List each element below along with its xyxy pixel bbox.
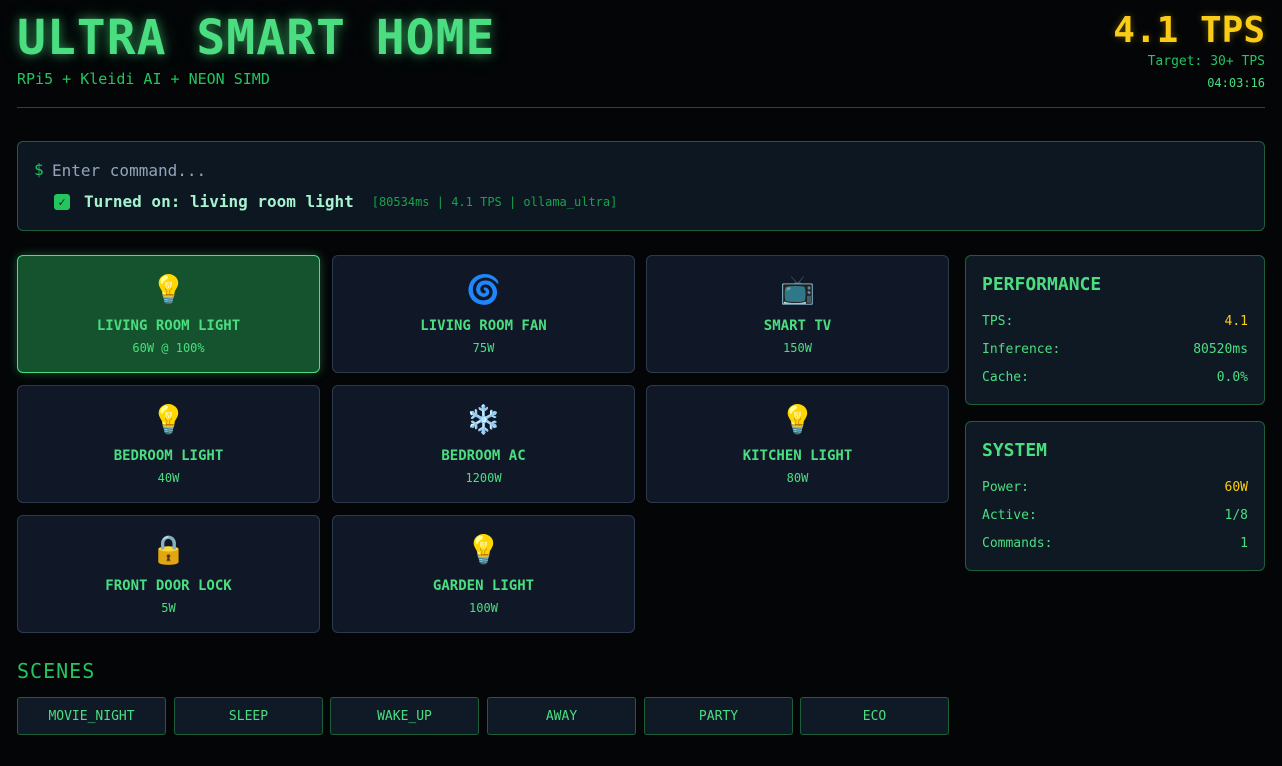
device-card-living-room-light[interactable]: 💡 LIVING ROOM LIGHT 60W @ 100% xyxy=(17,255,320,373)
stat-value: 4.1 xyxy=(1224,314,1248,329)
device-name: SMART TV xyxy=(763,318,832,334)
stat-label: TPS: xyxy=(982,314,1014,329)
scene-button-wake-up[interactable]: WAKE_UP xyxy=(330,697,479,735)
device-card-front-door-lock[interactable]: 🔒 FRONT DOOR LOCK 5W xyxy=(17,515,320,633)
stat-label: Cache: xyxy=(982,370,1029,385)
stat-label: Power: xyxy=(982,480,1029,495)
snowflake-icon: ❄️ xyxy=(466,403,501,436)
app-subtitle: RPi5 + Kleidi AI + NEON SIMD xyxy=(17,70,270,88)
result-text: Turned on: living room light xyxy=(84,192,354,211)
stat-value: 80520ms xyxy=(1193,342,1248,357)
performance-panel: PERFORMANCE TPS: 4.1 Inference: 80520ms … xyxy=(965,255,1265,405)
device-card-living-room-fan[interactable]: 🌀 LIVING ROOM FAN 75W xyxy=(332,255,635,373)
device-name: LIVING ROOM FAN xyxy=(420,318,547,334)
device-power: 80W xyxy=(786,471,809,485)
command-panel: $ ✓ Turned on: living room light [80534m… xyxy=(17,141,1265,231)
device-power: 100W xyxy=(469,601,498,615)
device-power: 60W @ 100% xyxy=(132,341,205,355)
scene-button-eco[interactable]: ECO xyxy=(800,697,949,735)
device-name: BEDROOM LIGHT xyxy=(113,448,224,464)
device-power: 40W xyxy=(157,471,180,485)
stat-row: Cache: 0.0% xyxy=(982,370,1248,388)
tv-icon: 📺 xyxy=(780,273,815,306)
device-power: 1200W xyxy=(465,471,502,485)
scene-button-movie-night[interactable]: MOVIE_NIGHT xyxy=(17,697,166,735)
device-name: GARDEN LIGHT xyxy=(432,578,535,594)
scenes-title: SCENES xyxy=(17,659,96,683)
stat-label: Commands: xyxy=(982,536,1053,551)
device-power: 150W xyxy=(783,341,812,355)
scene-button-sleep[interactable]: SLEEP xyxy=(174,697,323,735)
header: ULTRA SMART HOME RPi5 + Kleidi AI + NEON… xyxy=(17,10,1265,108)
stat-row: Commands: 1 xyxy=(982,536,1248,554)
fan-icon: 🌀 xyxy=(466,273,501,306)
device-name: LIVING ROOM LIGHT xyxy=(96,318,241,334)
tps-target: Target: 30+ TPS xyxy=(1147,54,1265,69)
stat-value: 1/8 xyxy=(1224,508,1248,523)
stat-value: 60W xyxy=(1224,480,1248,495)
stat-row: Active: 1/8 xyxy=(982,508,1248,526)
prompt-symbol: $ xyxy=(34,160,44,179)
stat-row: Power: 60W xyxy=(982,480,1248,498)
device-name: FRONT DOOR LOCK xyxy=(105,578,232,594)
stat-value: 1 xyxy=(1240,536,1248,551)
panel-title: SYSTEM xyxy=(982,440,1048,461)
scene-button-away[interactable]: AWAY xyxy=(487,697,636,735)
command-result: ✓ Turned on: living room light [80534ms … xyxy=(54,192,617,211)
device-card-garden-light[interactable]: 💡 GARDEN LIGHT 100W xyxy=(332,515,635,633)
device-card-smart-tv[interactable]: 📺 SMART TV 150W xyxy=(646,255,949,373)
clock: 04:03:16 xyxy=(1207,76,1265,90)
command-input[interactable] xyxy=(52,158,1242,182)
lightbulb-icon: 💡 xyxy=(151,403,186,436)
lock-icon: 🔒 xyxy=(151,533,186,566)
lightbulb-icon: 💡 xyxy=(466,533,501,566)
stat-row: Inference: 80520ms xyxy=(982,342,1248,360)
system-panel: SYSTEM Power: 60W Active: 1/8 Commands: … xyxy=(965,421,1265,571)
device-card-kitchen-light[interactable]: 💡 KITCHEN LIGHT 80W xyxy=(646,385,949,503)
stat-row: TPS: 4.1 xyxy=(982,314,1248,332)
device-name: BEDROOM AC xyxy=(441,448,526,464)
result-meta: [80534ms | 4.1 TPS | ollama_ultra] xyxy=(371,194,618,209)
device-card-bedroom-ac[interactable]: ❄️ BEDROOM AC 1200W xyxy=(332,385,635,503)
device-name: KITCHEN LIGHT xyxy=(742,448,853,464)
panel-title: PERFORMANCE xyxy=(982,274,1102,295)
stat-label: Inference: xyxy=(982,342,1061,357)
device-power: 75W xyxy=(472,341,495,355)
app-title: ULTRA SMART HOME xyxy=(17,10,496,66)
device-power: 5W xyxy=(161,601,176,615)
scene-button-party[interactable]: PARTY xyxy=(644,697,793,735)
tps-readout: 4.1 TPS xyxy=(1113,10,1265,51)
stat-value: 0.0% xyxy=(1216,370,1248,385)
check-icon: ✓ xyxy=(54,193,70,210)
lightbulb-icon: 💡 xyxy=(780,403,815,436)
stat-label: Active: xyxy=(982,508,1037,523)
lightbulb-icon: 💡 xyxy=(151,273,186,306)
device-card-bedroom-light[interactable]: 💡 BEDROOM LIGHT 40W xyxy=(17,385,320,503)
